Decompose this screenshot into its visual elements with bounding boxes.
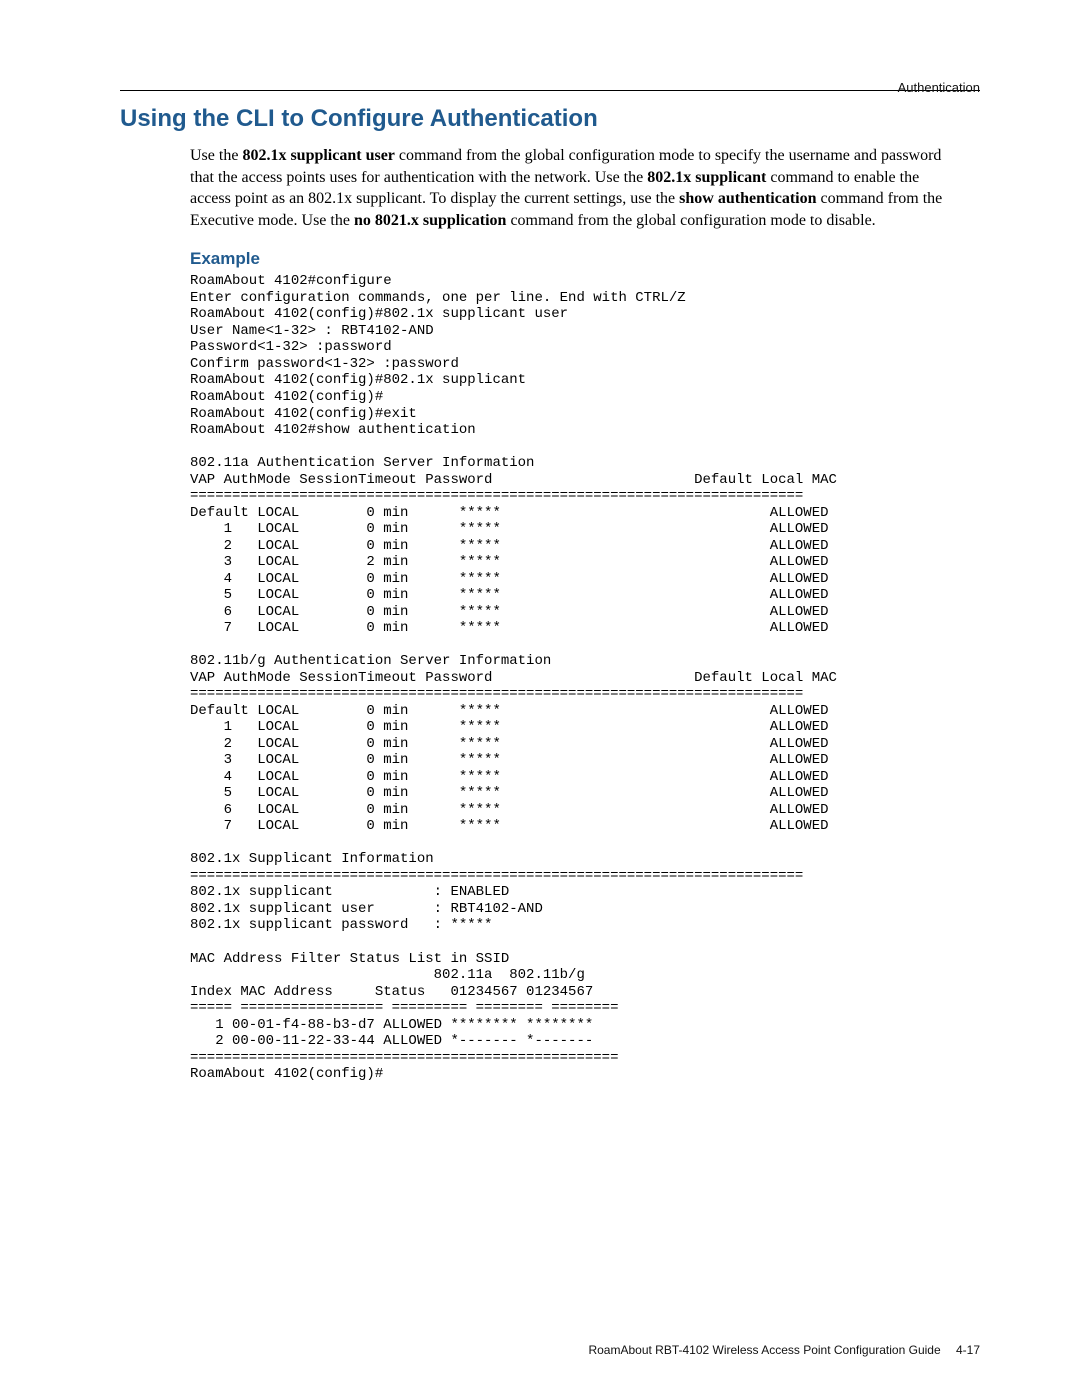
page: Authentication Using the CLI to Configur…	[0, 0, 1080, 1397]
intro-text: command from the global configuration mo…	[506, 212, 875, 229]
header-category: Authentication	[898, 80, 980, 95]
intro-paragraph: Use the 802.1x supplicant user command f…	[190, 145, 950, 231]
header-rule	[120, 90, 980, 91]
cmd-supplicant: 802.1x supplicant	[647, 169, 766, 186]
intro-text: Use the	[190, 147, 242, 164]
footer-doc-title: RoamAbout RBT-4102 Wireless Access Point…	[588, 1343, 940, 1357]
footer: RoamAbout RBT-4102 Wireless Access Point…	[588, 1343, 980, 1357]
cli-output: RoamAbout 4102#configure Enter configura…	[190, 273, 980, 1082]
footer-page-number: 4-17	[956, 1343, 980, 1357]
cmd-supplicant-user: 802.1x supplicant user	[242, 147, 394, 164]
section-title: Using the CLI to Configure Authenticatio…	[120, 105, 980, 133]
cmd-show-auth: show authentication	[679, 190, 816, 207]
cmd-no-supplication: no 8021.x supplication	[354, 212, 506, 229]
example-heading: Example	[190, 249, 980, 269]
